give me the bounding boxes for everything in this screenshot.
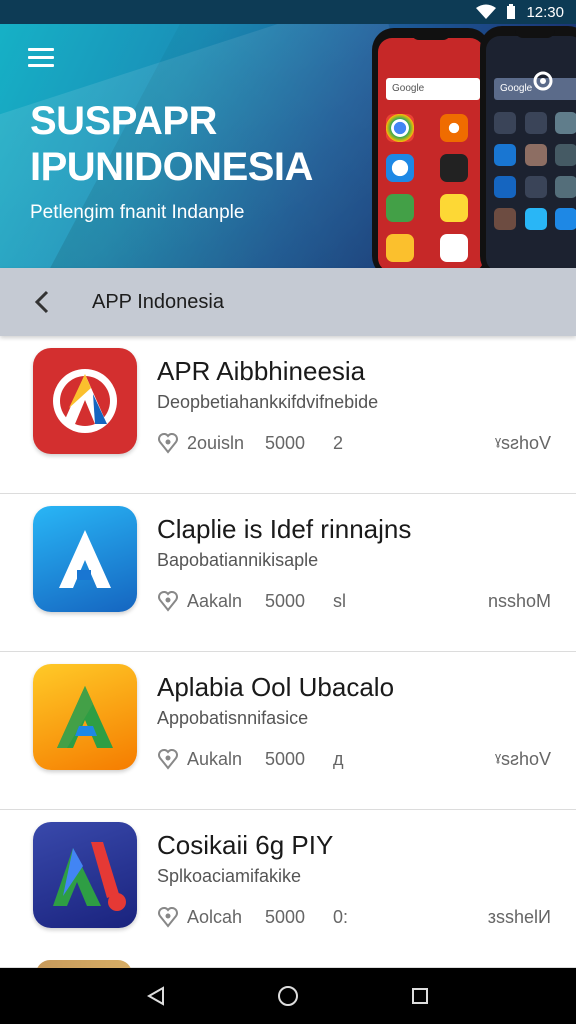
menu-icon[interactable]: [28, 48, 54, 68]
meta-rank: 2: [333, 432, 344, 453]
hero-title: SUSPAPR IPUNIDONESIA: [30, 99, 313, 189]
hero-banner: SUSPAPR IPUNIDONESIA Petlengim fnanit In…: [0, 24, 576, 268]
meta-rank: 0:: [333, 906, 349, 927]
app-meta: Aakaln 5000 ѕl nsѕhoM: [157, 590, 551, 612]
status-time: 12:30: [526, 3, 564, 21]
app-description: Splkoaciamifakike: [157, 866, 302, 886]
nav-recents-button[interactable]: [400, 976, 440, 1016]
status-bar: 12:30: [0, 0, 576, 24]
battery-icon: [507, 4, 516, 19]
nav-home-button[interactable]: [268, 976, 308, 1016]
nav-back-button[interactable]: [136, 976, 176, 1016]
app-title: Cosikaii 6g PIY: [157, 830, 334, 860]
phone-mockup-left: Google: [372, 28, 490, 268]
hero-subtitle: Petlengim fnanit Indanple: [30, 202, 245, 223]
meta-installs: 2ouisln: [187, 432, 245, 453]
back-triangle-icon: [146, 986, 164, 1006]
wifi-icon: [476, 4, 497, 19]
app-title: Claplie is Idef rinnajns: [157, 514, 412, 544]
app-meta: 2ouisln 5000 2 ˠsƨhoV: [157, 432, 551, 454]
tag-icon: [158, 907, 178, 928]
recents-square-icon: [412, 988, 428, 1004]
list-item[interactable]: Cosikaii 6g PIY Splkoaciamifakike Aolcah…: [0, 810, 576, 968]
toolbar-title: APP Indonesia: [92, 290, 224, 313]
meta-count: 5000: [265, 906, 306, 927]
meta-installs: Aukaln: [187, 748, 243, 769]
back-button[interactable]: [16, 276, 68, 328]
meta-count: 5000: [265, 432, 306, 453]
blue-a-icon: [33, 506, 137, 612]
navigation-bar: [0, 968, 576, 1024]
meta-count: 5000: [265, 748, 306, 769]
app-description: Appobatisnnifasice: [157, 708, 309, 728]
tag-icon: [158, 433, 178, 454]
navy-a-icon: [33, 822, 137, 928]
app-description: Deopbetiahankĸifdvifnebide: [157, 392, 379, 412]
red-a-icon: [33, 348, 137, 454]
meta-rank: ѕl: [333, 590, 346, 611]
meta-count: 5000: [265, 590, 306, 611]
app-list: APR Aibbhineesia Deopbetiahankĸifdvifneb…: [0, 336, 576, 968]
chevron-left-icon: [34, 290, 49, 314]
app-meta: Aukaln 5000 д ˠsƨhoV: [157, 748, 551, 770]
list-item[interactable]: Claplie is Idef rinnajns Bapobatiannikis…: [0, 494, 576, 652]
app-title: APR Aibbhineesia: [157, 356, 366, 386]
settings-icon[interactable]: [530, 68, 556, 94]
partial-app-icon[interactable]: [36, 960, 132, 968]
toolbar: APP Indonesia: [0, 268, 576, 336]
tag-icon: [158, 591, 178, 612]
meta-size: ˠsƨhoV: [495, 748, 551, 769]
meta-size: зsshelИ: [487, 906, 551, 927]
meta-size: ˠsƨhoV: [495, 432, 551, 453]
meta-installs: Aakaln: [187, 590, 243, 611]
home-circle-icon: [278, 986, 298, 1006]
tag-icon: [158, 749, 178, 770]
phone-search-bar: Google: [386, 78, 480, 100]
list-item[interactable]: APR Aibbhineesia Deopbetiahankĸifdvifneb…: [0, 336, 576, 494]
app-description: Bapobatiannikisaple: [157, 550, 319, 570]
yellow-a-icon: [33, 664, 137, 770]
app-meta: Aolcah 5000 0: зsshelИ: [157, 906, 551, 928]
list-item[interactable]: Aplabia Ool Ubacalo Appobatisnnifasice A…: [0, 652, 576, 810]
phone-mockup-right: Google: [480, 26, 576, 268]
meta-size: nsѕhoM: [487, 590, 551, 611]
meta-rank: д: [333, 748, 344, 769]
app-title: Aplabia Ool Ubacalo: [157, 672, 395, 702]
meta-installs: Aolcah: [187, 906, 243, 927]
